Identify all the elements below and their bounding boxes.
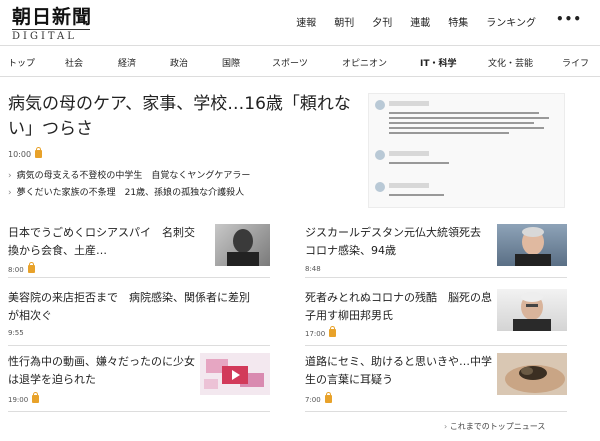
category-it-science[interactable]: IT・科学	[420, 56, 457, 69]
article-time-text: 17:00	[305, 330, 326, 338]
article-title[interactable]: ジスカールデスタン元仏大統領死去 コロナ感染、94歳	[305, 224, 495, 260]
article-card[interactable]: 道路にセミ、助けると思いきや…中学生の言葉に耳疑う 7:00	[305, 353, 567, 407]
article-title[interactable]: 日本でうごめくロシアスパイ 名刺交換から会食、土産…	[8, 224, 198, 260]
tweet-item	[375, 182, 560, 202]
article-thumbnail[interactable]	[497, 353, 567, 395]
nav-yukan[interactable]: 夕刊	[372, 14, 392, 29]
category-life[interactable]: ライフ	[562, 56, 589, 69]
lock-icon	[32, 392, 40, 403]
tweet-line	[389, 194, 444, 196]
article-time-text: 19:00	[8, 396, 29, 404]
article-thumbnail[interactable]	[497, 224, 567, 266]
article-card[interactable]: 美容院の来店拒否まで 病院感染、関係者に差別が相次ぐ 9:55	[8, 289, 270, 343]
article-card[interactable]: 性行為中の動画、嫌々だったのに少女は退学を迫られた 19:00	[8, 353, 270, 407]
lead-article-image[interactable]	[368, 93, 565, 208]
divider	[305, 411, 567, 412]
site-header: 朝日新聞 DIGITAL 速報 朝刊 夕刊 連載 特集 ランキング •••	[0, 0, 600, 46]
category-sports[interactable]: スポーツ	[272, 56, 308, 69]
article-time: 7:00	[305, 392, 332, 404]
nav-ranking[interactable]: ランキング	[486, 14, 536, 29]
article-time-text: 7:00	[305, 396, 321, 404]
tweet-line	[389, 162, 449, 164]
divider	[8, 345, 270, 346]
divider	[305, 277, 567, 278]
lead-time-text: 10:00	[8, 150, 32, 159]
article-time: 9:55	[8, 329, 24, 337]
article-time: 8:48	[305, 265, 321, 273]
category-top[interactable]: トップ	[8, 56, 35, 69]
article-title[interactable]: 性行為中の動画、嫌々だったのに少女は退学を迫られた	[8, 353, 198, 389]
category-culture[interactable]: 文化・芸能	[488, 56, 533, 69]
category-shakai[interactable]: 社会	[65, 56, 83, 69]
more-top-news-link[interactable]: これまでのトップニュース	[444, 421, 546, 432]
article-time: 8:00	[8, 262, 35, 274]
more-menu-icon[interactable]: •••	[556, 12, 582, 27]
related-link[interactable]: 病気の母支える不登校の中学生 自覚なくヤングケアラー	[8, 168, 358, 185]
tweet-line	[389, 122, 534, 124]
lock-icon	[329, 326, 337, 337]
avatar	[375, 182, 385, 192]
nav-rensai[interactable]: 連載	[410, 14, 430, 29]
article-title[interactable]: 死者みとれぬコロナの残酷 脳死の息子用す柳田邦男氏	[305, 289, 495, 325]
tweet-line	[389, 117, 549, 119]
divider	[8, 277, 270, 278]
related-link[interactable]: 夢くだいた家族の不条理 21歳、孫娘の孤独な介護殺人	[8, 185, 358, 202]
article-time-text: 9:55	[8, 329, 24, 337]
category-nav: トップ 社会 経済 政治 国際 スポーツ オピニオン IT・科学 文化・芸能 ラ…	[0, 47, 600, 77]
avatar	[375, 150, 385, 160]
lock-icon	[324, 392, 332, 403]
article-thumbnail[interactable]	[497, 289, 567, 331]
tweet-item	[375, 100, 560, 140]
article-title[interactable]: 道路にセミ、助けると思いきや…中学生の言葉に耳疑う	[305, 353, 495, 389]
logo-kanji: 朝日新聞	[12, 6, 93, 28]
lead-article-time: 10:00	[8, 147, 43, 159]
lock-icon	[35, 147, 43, 158]
article-time-text: 8:48	[305, 265, 321, 273]
article-time-text: 8:00	[8, 266, 24, 274]
lock-icon	[27, 262, 35, 273]
category-seiji[interactable]: 政治	[170, 56, 188, 69]
article-card[interactable]: 日本でうごめくロシアスパイ 名刺交換から会食、土産… 8:00	[8, 224, 270, 278]
divider	[8, 411, 270, 412]
top-nav: 速報 朝刊 夕刊 連載 特集 ランキング •••	[278, 12, 582, 29]
tweet-line	[389, 127, 544, 129]
tweet-item	[375, 150, 560, 170]
nav-tokushu[interactable]: 特集	[448, 14, 468, 29]
logo-digital: DIGITAL	[12, 29, 90, 42]
article-title[interactable]: 美容院の来店拒否まで 病院感染、関係者に差別が相次ぐ	[8, 289, 258, 325]
article-card[interactable]: ジスカールデスタン元仏大統領死去 コロナ感染、94歳 8:48	[305, 224, 567, 278]
category-keizai[interactable]: 経済	[118, 56, 136, 69]
tweet-line	[389, 112, 539, 114]
tweet-name-blur	[389, 151, 429, 156]
article-time: 17:00	[305, 326, 337, 338]
category-kokusai[interactable]: 国際	[222, 56, 240, 69]
nav-chokan[interactable]: 朝刊	[334, 14, 354, 29]
nav-sokuho[interactable]: 速報	[296, 14, 316, 29]
tweet-name-blur	[389, 101, 429, 106]
article-time: 19:00	[8, 392, 40, 404]
avatar	[375, 100, 385, 110]
divider	[305, 345, 567, 346]
article-thumbnail[interactable]	[215, 224, 270, 266]
article-thumbnail[interactable]	[200, 353, 270, 395]
site-logo[interactable]: 朝日新聞 DIGITAL	[12, 6, 122, 42]
tweet-line	[389, 132, 509, 134]
tweet-name-blur	[389, 183, 429, 188]
article-card[interactable]: 死者みとれぬコロナの残酷 脳死の息子用す柳田邦男氏 17:00	[305, 289, 567, 343]
lead-article-title[interactable]: 病気の母のケア、家事、学校…16歳「頼れない」つらさ	[8, 92, 353, 142]
category-opinion[interactable]: オピニオン	[342, 56, 387, 69]
related-links: 病気の母支える不登校の中学生 自覚なくヤングケアラー 夢くだいた家族の不条理 2…	[8, 168, 358, 202]
